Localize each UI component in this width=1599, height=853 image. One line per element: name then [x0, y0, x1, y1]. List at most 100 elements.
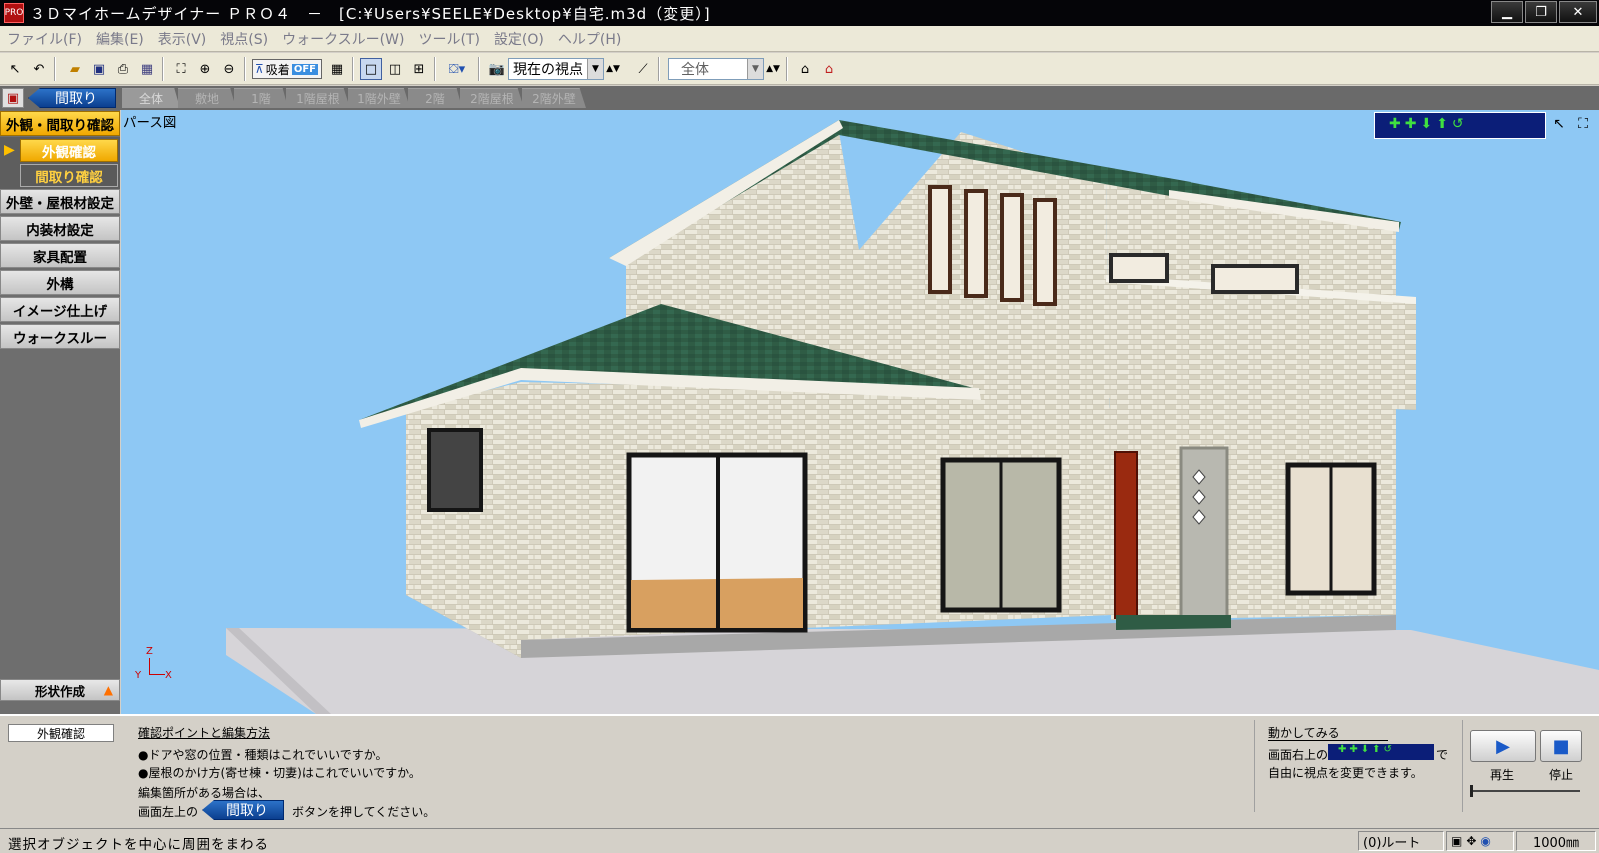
snap-icon: ⊼ — [255, 62, 264, 76]
perspective-viewport[interactable]: パース図 ✚✚⬇⬆↺ ↖ ⛶ Z Y X — [121, 110, 1599, 714]
chevron-down-icon: ▼ — [587, 59, 603, 79]
undo-icon[interactable]: ↶ — [28, 58, 50, 80]
shape-create-button[interactable]: 形状作成 ▲ — [0, 679, 120, 701]
menu-tools[interactable]: ツール(T) — [411, 29, 486, 49]
help-line-4b: ボタンを押してください。 — [292, 805, 436, 819]
move-line-2: 自由に視点を変更できます。 — [1268, 766, 1423, 780]
stop-button[interactable]: ■ — [1540, 730, 1582, 762]
sidebar-item-exterior-view[interactable]: 外観確認 — [20, 139, 118, 162]
axis-indicator: Z Y X — [135, 646, 181, 686]
help-line-1: ●ドアや窓の位置・種類はこれでいいですか。 — [138, 748, 388, 762]
maximize-button[interactable]: ❐ — [1525, 1, 1557, 23]
tab-floor1-roof[interactable]: 1階屋根 — [286, 88, 350, 108]
toolbar: ↖ ↶ ▰ ▣ ⎙ ▦ ⛶ ⊕ ⊖ ⊼ 吸着 OFF ▦ □ ◫ ⊞ ⛋▾ 📷 … — [0, 53, 1599, 85]
tab-floor2[interactable]: 2階 — [408, 88, 462, 108]
help-line-3: 編集箇所がある場合は、 — [138, 786, 271, 800]
menu-edit[interactable]: 編集(E) — [89, 29, 151, 49]
tab-all[interactable]: 全体 — [122, 88, 180, 108]
tab-floor1[interactable]: 1階 — [234, 88, 288, 108]
mode-box: 外観確認 — [8, 724, 114, 742]
sidebar-item-exterior[interactable]: 外構 — [0, 270, 120, 295]
toolbar-separator — [162, 57, 164, 81]
lower-wall-side — [406, 382, 521, 658]
menu-file[interactable]: ファイル(F) — [0, 29, 89, 49]
scope-spinner-icon[interactable]: ▲▼ — [766, 58, 780, 80]
lighting-icon[interactable]: ⌂ — [794, 58, 816, 80]
help-madori-button[interactable]: 間取り — [202, 800, 284, 820]
sidebar-header-exterior-check[interactable]: 外観・間取り確認 — [0, 111, 120, 136]
tab-site[interactable]: 敷地 — [178, 88, 236, 108]
snap-state: OFF — [291, 63, 318, 75]
move-cross-icon[interactable]: ✥ — [1466, 834, 1476, 848]
view-navigation-strip[interactable]: ✚✚⬇⬆↺ — [1374, 112, 1546, 139]
single-view-icon[interactable]: □ — [360, 58, 382, 80]
sidebar-item-floorplan-view[interactable]: 間取り確認 — [20, 164, 118, 187]
fit-view-icon[interactable]: ⛶ — [170, 58, 192, 80]
fullscreen-icon[interactable]: ⛶ — [1573, 114, 1593, 134]
save-icon[interactable]: ▣ — [88, 58, 110, 80]
paint-bucket-icon[interactable]: ⛋▾ — [442, 58, 472, 80]
house-render-icon[interactable]: ⌂ — [818, 58, 840, 80]
cube-icon[interactable]: ▣ — [2, 88, 24, 108]
mini-navigation-strip-icon: ✚✚⬇⬆↺ — [1328, 744, 1434, 760]
menu-viewpoint[interactable]: 視点(S) — [213, 29, 275, 49]
zoom-out-icon[interactable]: ⊖ — [218, 58, 240, 80]
triangle-up-icon: ▲ — [103, 683, 113, 697]
grid-icon[interactable]: ▦ — [326, 58, 348, 80]
menu-help[interactable]: ヘルプ(H) — [551, 29, 628, 49]
sidebar-item-wall-roof-material[interactable]: 外壁・屋根材設定 — [0, 189, 120, 214]
measure-icon[interactable]: ⟋ — [632, 58, 654, 80]
shape-create-label: 形状作成 — [35, 683, 86, 699]
menu-view[interactable]: 表示(V) — [151, 29, 214, 49]
print-icon[interactable]: ⎙ — [112, 58, 134, 80]
help-line-2: ●屋根のかけ方(寄せ棟・切妻)はこれでいいですか。 — [138, 766, 421, 780]
tab-floor1-wall[interactable]: 1階外壁 — [348, 88, 410, 108]
camera-icon[interactable]: 📷 — [486, 58, 508, 80]
triangle-pointer-icon: ▶ — [4, 142, 15, 158]
sidebar-item-interior-material[interactable]: 内装材設定 — [0, 216, 120, 241]
help-panel: 外観確認 確認ポイントと編集方法 ●ドアや窓の位置・種類はこれでいいですか。 ●… — [0, 714, 1599, 826]
split-view-icon[interactable]: ◫ — [384, 58, 406, 80]
rotate-icon[interactable]: ◉ — [1480, 834, 1490, 848]
status-route: (0)ルート — [1358, 831, 1444, 851]
toolbar-separator — [244, 57, 246, 81]
scope-select[interactable]: 全体 ▼ — [668, 58, 764, 80]
sidebar-item-furniture[interactable]: 家具配置 — [0, 243, 120, 268]
camera-icon[interactable]: ▣ — [1451, 834, 1462, 848]
speed-slider-handle[interactable] — [1470, 785, 1473, 797]
axis-x-line — [149, 674, 165, 675]
viewpoint-select[interactable]: 現在の視点 ▼ — [508, 58, 604, 80]
play-button[interactable]: ▶ — [1470, 730, 1536, 762]
close-button[interactable]: ✕ — [1559, 1, 1597, 23]
viewpoint-spinner-icon[interactable]: ▲▼ — [606, 58, 620, 80]
help-title: 確認ポイントと編集方法 — [138, 726, 271, 740]
menu-settings[interactable]: 設定(O) — [487, 29, 551, 49]
toolbar-separator — [434, 57, 436, 81]
sidebar-item-walkthrough[interactable]: ウォークスルー — [0, 324, 120, 349]
menu-walkthrough[interactable]: ウォークスルー(W) — [275, 29, 411, 49]
status-scale: 1000㎜ — [1516, 831, 1596, 851]
house-render — [226, 120, 1599, 714]
entrance-door — [1179, 446, 1229, 622]
minimize-button[interactable]: ▁ — [1491, 1, 1523, 23]
sidebar-item-image-finish[interactable]: イメージ仕上げ — [0, 297, 120, 322]
perspective-label: パース図 — [123, 115, 177, 131]
navigation-arrows-icon: ✚✚⬇⬆↺ — [1389, 116, 1468, 132]
quad-view-icon[interactable]: ⊞ — [408, 58, 430, 80]
pointer-icon[interactable]: ↖ — [1549, 114, 1569, 134]
tab-floor2-wall[interactable]: 2階外壁 — [522, 88, 586, 108]
move-line-1a: 画面右上の — [1268, 748, 1329, 762]
panel-divider — [1254, 720, 1255, 812]
open-folder-icon[interactable]: ▰ — [64, 58, 86, 80]
snap-toggle[interactable]: ⊼ 吸着 OFF — [252, 59, 322, 79]
madori-button[interactable]: 間取り — [28, 88, 116, 108]
toolbar-separator — [658, 57, 660, 81]
select-arrow-icon[interactable]: ↖ — [4, 58, 26, 80]
render-icon[interactable]: ▦ — [136, 58, 158, 80]
entrance-step — [1116, 615, 1231, 630]
zoom-in-icon[interactable]: ⊕ — [194, 58, 216, 80]
menu-bar: ファイル(F) 編集(E) 表示(V) 視点(S) ウォークスルー(W) ツール… — [0, 26, 1599, 52]
speed-slider-track[interactable] — [1470, 790, 1580, 792]
stop-icon: ■ — [1552, 735, 1570, 757]
tab-floor2-roof[interactable]: 2階屋根 — [460, 88, 524, 108]
